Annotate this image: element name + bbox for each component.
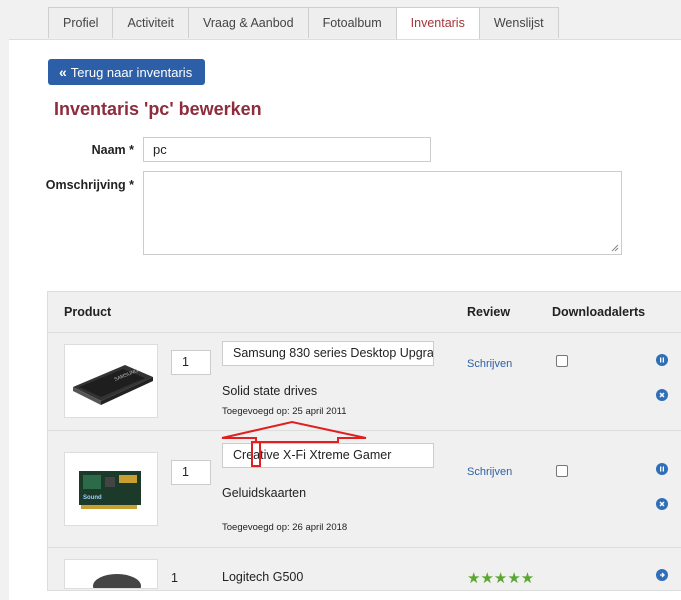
write-review-link[interactable]: Schrijven xyxy=(467,466,512,478)
mouse-image xyxy=(93,574,141,598)
product-thumbnail[interactable]: Sound xyxy=(64,452,158,526)
back-to-inventory-button[interactable]: «Terug naar inventaris xyxy=(48,59,205,85)
back-button-label: Terug naar inventaris xyxy=(70,65,193,80)
remove-icon[interactable] xyxy=(656,498,668,510)
tab-fotoalbum[interactable]: Fotoalbum xyxy=(307,7,397,38)
quantity-input[interactable]: 1 xyxy=(171,460,211,485)
pause-icon[interactable] xyxy=(656,463,668,475)
product-name-input[interactable]: Samsung 830 series Desktop Upgrade Kit 2… xyxy=(222,341,434,366)
description-label: Omschrijving * xyxy=(45,178,134,192)
product-thumbnail[interactable]: SAMSUNG xyxy=(64,344,158,418)
ssd-image: SAMSUNG xyxy=(73,365,153,405)
tab-activiteit[interactable]: Activiteit xyxy=(112,7,189,38)
soundcard-image: Sound xyxy=(79,471,141,509)
header-review: Review xyxy=(467,305,511,319)
product-name: Logitech G500 xyxy=(222,570,304,584)
product-thumbnail[interactable] xyxy=(64,559,158,598)
move-icon[interactable] xyxy=(656,569,668,581)
svg-text:Sound: Sound xyxy=(83,495,102,501)
row-divider xyxy=(48,547,681,548)
annotation-arrow xyxy=(221,420,367,467)
tab-wenslijst[interactable]: Wenslijst xyxy=(478,7,559,38)
name-input[interactable]: pc xyxy=(143,137,431,162)
page-title: Inventaris 'pc' bewerken xyxy=(54,99,262,119)
product-category: Geluidskaarten xyxy=(222,486,307,500)
header-downloadalerts: Downloadalerts xyxy=(552,305,646,319)
pause-icon[interactable] xyxy=(656,354,668,366)
double-chevron-left-icon: « xyxy=(59,64,67,80)
quantity-input[interactable]: 1 xyxy=(171,350,211,375)
description-textarea[interactable] xyxy=(143,171,622,255)
added-date: Toegevoegd op: 26 april 2018 xyxy=(222,522,348,533)
added-date: Toegevoegd op: 25 april 2011 xyxy=(222,406,347,417)
write-review-link[interactable]: Schrijven xyxy=(467,358,512,370)
resize-grip-icon[interactable] xyxy=(611,244,619,252)
quantity-value: 1 xyxy=(171,571,178,585)
tab-profiel[interactable]: Profiel xyxy=(48,7,114,38)
download-alert-checkbox[interactable] xyxy=(556,355,568,367)
name-label: Naam * xyxy=(91,143,134,157)
product-category: Solid state drives xyxy=(222,384,318,398)
download-alert-checkbox[interactable] xyxy=(556,465,568,477)
rating-stars: ★★★★★ xyxy=(467,570,535,587)
tab-inventaris[interactable]: Inventaris xyxy=(395,7,480,40)
row-divider xyxy=(48,332,681,333)
tab-bar: Profiel Activiteit Vraag & Aanbod Fotoal… xyxy=(48,7,559,40)
remove-icon[interactable] xyxy=(656,389,668,401)
header-product: Product xyxy=(64,305,112,319)
tab-vraag-aanbod[interactable]: Vraag & Aanbod xyxy=(187,7,309,38)
